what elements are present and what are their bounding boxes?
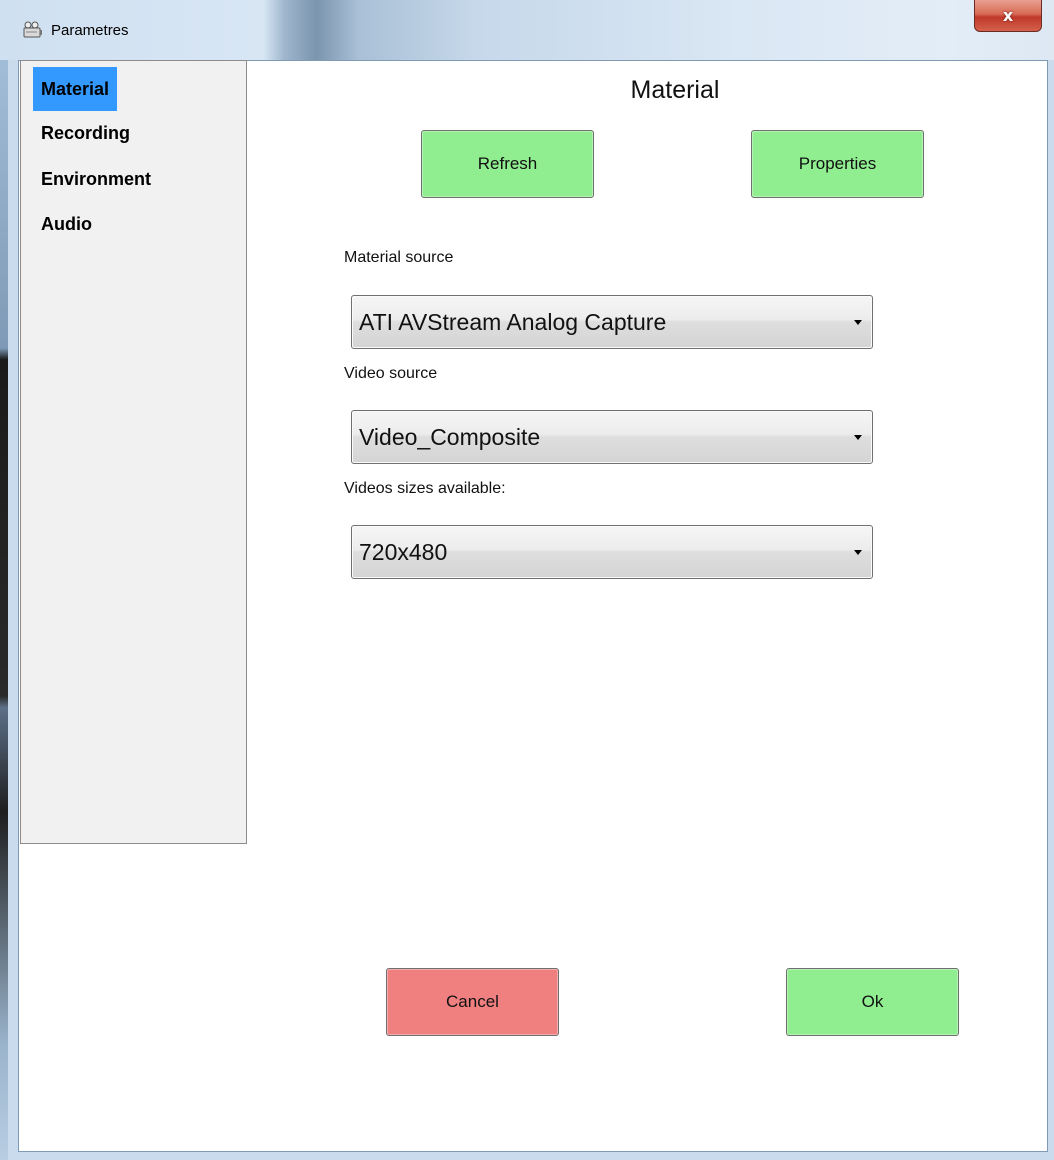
chevron-down-icon xyxy=(854,435,862,440)
ok-button[interactable]: Ok xyxy=(786,968,959,1036)
video-source-label: Video source xyxy=(344,365,438,382)
video-sizes-combobox[interactable]: 720x480 xyxy=(351,525,873,579)
material-source-combobox[interactable]: ATI AVStream Analog Capture xyxy=(351,295,873,349)
chevron-down-icon xyxy=(854,320,862,325)
sidebar-item-material[interactable]: Material xyxy=(33,67,118,111)
cancel-button-label: Cancel xyxy=(446,992,499,1011)
section-title: Material xyxy=(630,76,720,104)
properties-button[interactable]: Properties xyxy=(751,130,924,198)
chevron-down-icon xyxy=(854,550,862,555)
material-source-value: ATI AVStream Analog Capture xyxy=(359,309,667,335)
sidebar-item-environment[interactable]: Environment xyxy=(33,157,159,201)
window-left-border xyxy=(0,0,8,1160)
refresh-button-label: Refresh xyxy=(477,154,538,173)
video-sizes-value: 720x480 xyxy=(359,539,448,565)
projector-icon xyxy=(23,21,43,39)
window-title: Parametres xyxy=(51,22,129,39)
title-bar[interactable]: Parametres x xyxy=(0,0,1054,60)
video-source-value: Video_Composite xyxy=(359,424,541,450)
close-button[interactable]: x xyxy=(974,0,1042,32)
properties-button-label: Properties xyxy=(798,154,877,173)
close-icon: x xyxy=(1002,6,1014,25)
refresh-button[interactable]: Refresh xyxy=(421,130,594,198)
material-source-label: Material source xyxy=(344,249,454,266)
sidebar-item-recording[interactable]: Recording xyxy=(33,111,138,155)
sidebar-item-audio[interactable]: Audio xyxy=(33,202,100,246)
cancel-button[interactable]: Cancel xyxy=(386,968,559,1036)
sidebar: Material Recording Environment Audio xyxy=(20,60,247,844)
parametres-window: Parametres x Material Recording Environm… xyxy=(0,0,1054,1160)
ok-button-label: Ok xyxy=(861,992,884,1011)
video-sizes-label: Videos sizes available: xyxy=(344,480,506,497)
video-source-combobox[interactable]: Video_Composite xyxy=(351,410,873,464)
